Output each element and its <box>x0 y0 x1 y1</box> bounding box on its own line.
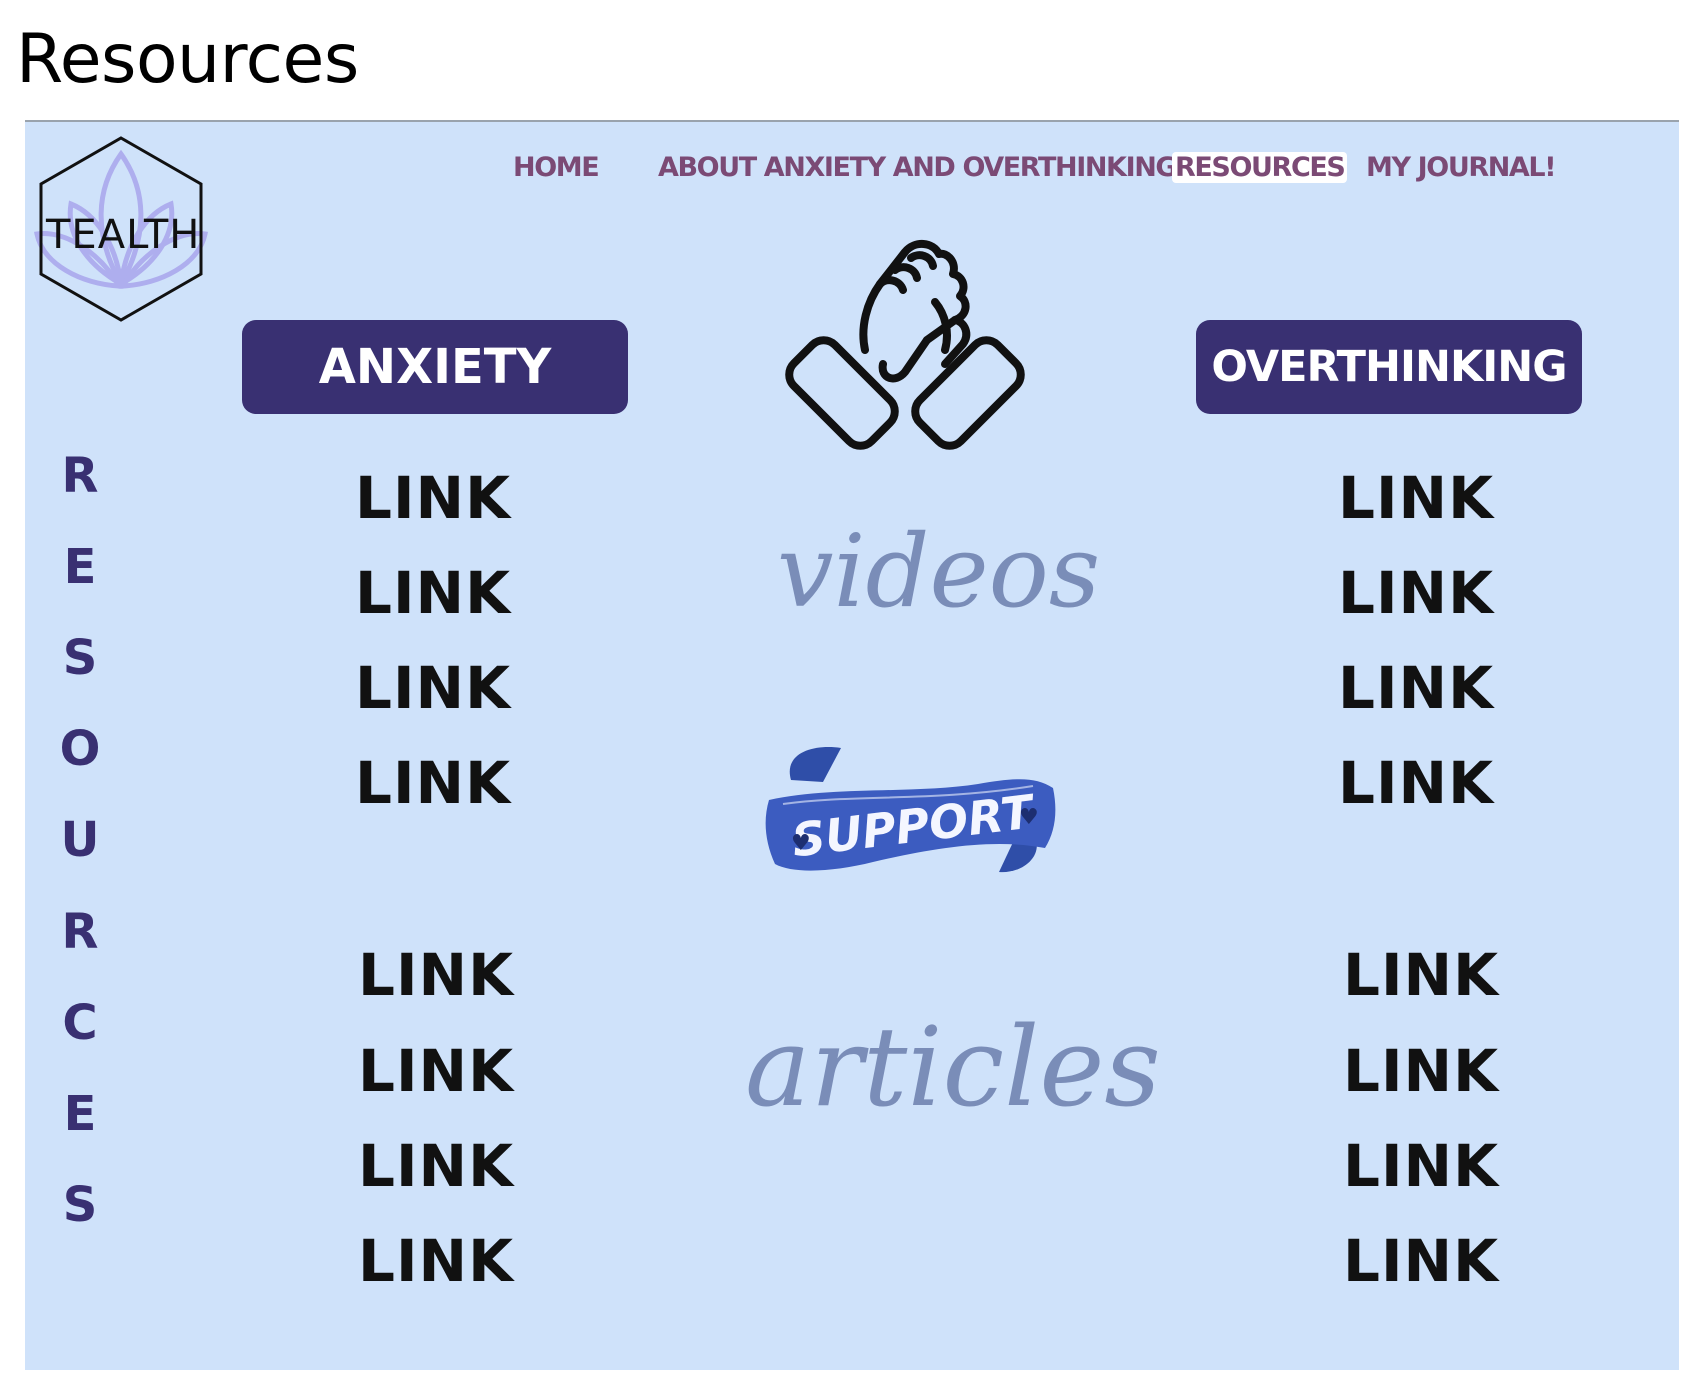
overthinking-link[interactable]: LINK <box>1343 1232 1499 1290</box>
anxiety-link[interactable]: LINK <box>355 754 511 812</box>
anxiety-link[interactable]: LINK <box>358 1232 514 1290</box>
nav-resources[interactable]: RESOURCES <box>1172 152 1348 183</box>
videos-label: videos <box>777 513 1101 630</box>
side-heading-letter: C <box>62 995 98 1051</box>
nav-my-journal[interactable]: MY JOURNAL! <box>1363 152 1558 183</box>
overthinking-link[interactable]: LINK <box>1343 946 1499 1004</box>
side-heading-letter: R <box>61 448 99 504</box>
anxiety-link[interactable]: LINK <box>358 1042 514 1100</box>
side-heading-letter: S <box>62 1177 98 1233</box>
side-heading-letter: E <box>63 1086 97 1142</box>
overthinking-link[interactable]: LINK <box>1338 469 1494 527</box>
overthinking-link[interactable]: LINK <box>1343 1137 1499 1195</box>
anxiety-link[interactable]: LINK <box>358 1137 514 1195</box>
svg-text:♥: ♥ <box>791 831 811 856</box>
overthinking-link[interactable]: LINK <box>1343 1042 1499 1100</box>
side-heading-letter: S <box>62 630 98 686</box>
tealth-logo[interactable]: TEALTH <box>31 134 211 334</box>
anxiety-link[interactable]: LINK <box>358 946 514 1004</box>
overthinking-link[interactable]: LINK <box>1338 754 1494 812</box>
anxiety-link[interactable]: LINK <box>355 659 511 717</box>
nav-about-anxiety-and-overthinking[interactable]: ABOUT ANXIETY AND OVERTHINKING <box>655 152 1179 183</box>
articles-label: articles <box>745 1003 1161 1131</box>
logo-text: TEALTH <box>46 212 201 258</box>
anxiety-link[interactable]: LINK <box>355 469 511 527</box>
nav-home[interactable]: HOME <box>510 152 601 183</box>
anxiety-link[interactable]: LINK <box>355 564 511 622</box>
side-heading-letter: R <box>61 904 99 960</box>
side-heading-letter: U <box>60 812 100 868</box>
anxiety-heading: ANXIETY <box>242 320 628 414</box>
website-mockup: TEALTH HOME ABOUT ANXIETY AND OVERTHINKI… <box>25 120 1679 1370</box>
ribbon-banner-icon: SUPPORT ♥ ♥ <box>765 747 1056 873</box>
overthinking-link[interactable]: LINK <box>1338 564 1494 622</box>
side-heading-letter: O <box>59 721 101 777</box>
overthinking-link[interactable]: LINK <box>1338 659 1494 717</box>
overthinking-heading: OVERTHINKING <box>1196 320 1582 414</box>
handshake-icon <box>785 240 1025 450</box>
svg-text:♥: ♥ <box>1019 805 1039 830</box>
side-heading-letter: E <box>63 539 97 595</box>
slide-title: Resources <box>16 20 359 99</box>
